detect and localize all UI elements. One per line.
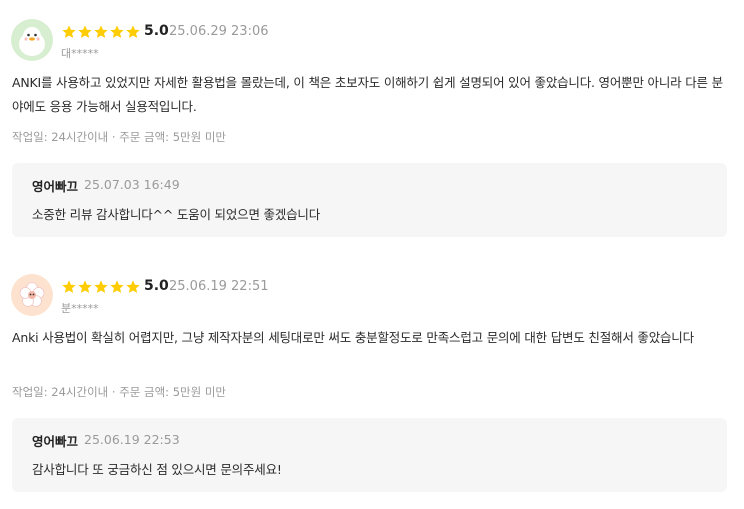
reply-text: 소중한 리뷰 감사합니다^^ 도움이 되었으면 좋겠습니다	[32, 207, 321, 222]
reviewer-name: 대*****	[61, 47, 99, 60]
star-icon	[93, 24, 109, 40]
review-meta: 작업일: 24시간이내 · 주문 금액: 5만원 미만	[12, 130, 226, 144]
star-icon	[125, 279, 141, 295]
review-meta: 작업일: 24시간이내 · 주문 금액: 5만원 미만	[12, 385, 226, 399]
duck-avatar-icon[interactable]	[11, 19, 53, 61]
star-icon	[61, 279, 77, 295]
star-icon	[125, 24, 141, 40]
reply-text: 감사합니다 또 궁금하신 점 있으시면 문의주세요!	[32, 462, 282, 477]
reply-author: 영어빠끄	[32, 434, 79, 449]
review-text: ANKI를 사용하고 있었지만 자세한 활용법을 몰랐는데, 이 책은 초보자도…	[12, 75, 723, 114]
star-rating	[61, 279, 141, 295]
reply-date: 25.07.03 16:49	[84, 177, 180, 192]
reviewer-name: 분*****	[61, 302, 99, 315]
star-icon	[77, 279, 93, 295]
reply-author: 영어빠끄	[32, 179, 79, 194]
star-icon	[109, 279, 125, 295]
review-date: 25.06.19 22:51	[169, 279, 269, 294]
seller-reply: 영어빠끄 25.06.19 22:53 감사합니다 또 궁금하신 점 있으시면 …	[12, 418, 727, 492]
seller-reply: 영어빠끄 25.07.03 16:49 소중한 리뷰 감사합니다^^ 도움이 되…	[12, 163, 727, 237]
star-icon	[77, 24, 93, 40]
star-icon	[109, 24, 125, 40]
reply-date: 25.06.19 22:53	[84, 432, 180, 447]
star-rating	[61, 24, 141, 40]
star-icon	[61, 24, 77, 40]
review-text: Anki 사용법이 확실히 어렵지만, 그냥 제작자분의 세팅대로만 써도 충분…	[12, 330, 694, 345]
review-date: 25.06.29 23:06	[169, 24, 269, 39]
flower-avatar-icon[interactable]	[11, 274, 53, 316]
rating-score: 5.0	[144, 23, 169, 39]
star-icon	[93, 279, 109, 295]
rating-score: 5.0	[144, 278, 169, 294]
